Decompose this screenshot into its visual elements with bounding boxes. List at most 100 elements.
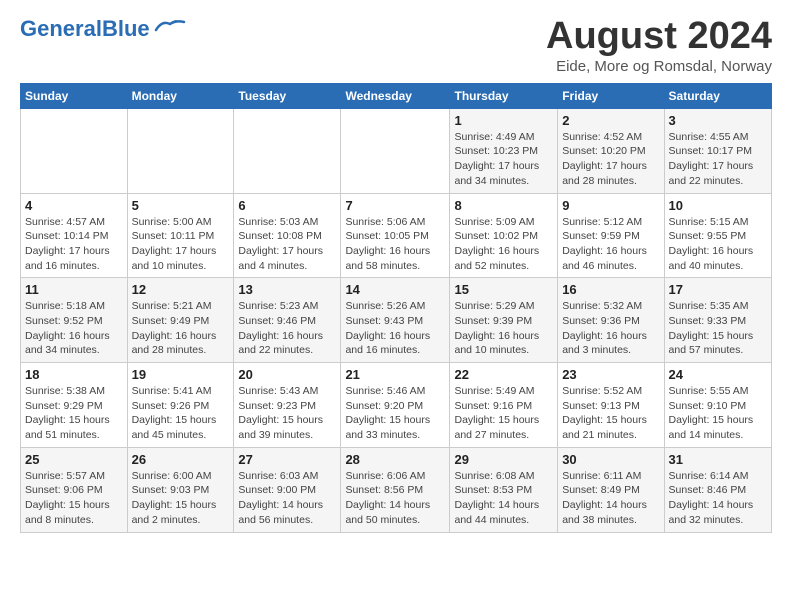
day-number: 12 [132,282,230,297]
calendar-cell-w2-d2: 13Sunrise: 5:23 AM Sunset: 9:46 PM Dayli… [234,278,341,363]
day-number: 3 [669,113,767,128]
day-number: 4 [25,198,123,213]
calendar-cell-w0-d0 [21,108,128,193]
calendar-cell-w4-d6: 31 Sunrise: 6:14 AM Sunset: 8:46 PM Dayli… [664,447,771,532]
day-info: Sunrise: 4:52 AM Sunset: 10:20 PM Daylig… [562,130,659,189]
calendar-cell-w2-d4: 15Sunrise: 5:29 AM Sunset: 9:39 PM Dayli… [450,278,558,363]
day-info: Sunrise: 4:49 AM Sunset: 10:23 PM Daylig… [454,130,553,189]
calendar-cell-w0-d5: 2 Sunrise: 4:52 AM Sunset: 10:20 PM Dayli… [558,108,664,193]
day-number: 24 [669,367,767,382]
day-number: 28 [345,452,445,467]
weekday-header-tuesday: Tuesday [234,83,341,108]
calendar-cell-w2-d5: 16 Sunrise: 5:32 AM Sunset: 9:36 PM Dayli… [558,278,664,363]
day-number: 23 [562,367,659,382]
day-number: 17 [669,282,767,297]
day-info: Sunrise: 6:14 AM Sunset: 8:46 PM Dayligh… [669,469,767,528]
day-info: Sunrise: 5:09 AM Sunset: 10:02 PM Daylig… [454,215,553,274]
calendar-cell-w4-d3: 28 Sunrise: 6:06 AM Sunset: 8:56 PM Dayli… [341,447,450,532]
calendar-cell-w2-d0: 11 Sunrise: 5:18 AM Sunset: 9:52 PM Dayli… [21,278,128,363]
day-number: 2 [562,113,659,128]
calendar-cell-w3-d3: 21Sunrise: 5:46 AM Sunset: 9:20 PM Dayli… [341,363,450,448]
day-number: 29 [454,452,553,467]
day-number: 9 [562,198,659,213]
calendar-cell-w4-d2: 27 Sunrise: 6:03 AM Sunset: 9:00 PM Dayli… [234,447,341,532]
day-number: 1 [454,113,553,128]
day-number: 16 [562,282,659,297]
day-info: Sunrise: 5:32 AM Sunset: 9:36 PM Dayligh… [562,299,659,358]
day-info: Sunrise: 5:52 AM Sunset: 9:13 PM Dayligh… [562,384,659,443]
day-info: Sunrise: 5:55 AM Sunset: 9:10 PM Dayligh… [669,384,767,443]
weekday-header-saturday: Saturday [664,83,771,108]
day-info: Sunrise: 5:18 AM Sunset: 9:52 PM Dayligh… [25,299,123,358]
day-info: Sunrise: 5:49 AM Sunset: 9:16 PM Dayligh… [454,384,553,443]
calendar-cell-w3-d5: 23 Sunrise: 5:52 AM Sunset: 9:13 PM Dayli… [558,363,664,448]
calendar-cell-w1-d0: 4 Sunrise: 4:57 AM Sunset: 10:14 PM Dayli… [21,193,128,278]
logo-text-general: General [20,16,102,41]
calendar-title: August 2024 [546,16,772,58]
calendar-cell-w0-d1 [127,108,234,193]
calendar-cell-w3-d4: 22 Sunrise: 5:49 AM Sunset: 9:16 PM Dayli… [450,363,558,448]
day-info: Sunrise: 5:41 AM Sunset: 9:26 PM Dayligh… [132,384,230,443]
calendar-cell-w1-d2: 6 Sunrise: 5:03 AM Sunset: 10:08 PM Dayli… [234,193,341,278]
calendar-cell-w3-d6: 24 Sunrise: 5:55 AM Sunset: 9:10 PM Dayli… [664,363,771,448]
day-number: 31 [669,452,767,467]
calendar-table: SundayMondayTuesdayWednesdayThursdayFrid… [20,83,772,533]
day-number: 30 [562,452,659,467]
day-info: Sunrise: 6:00 AM Sunset: 9:03 PM Dayligh… [132,469,230,528]
day-info: Sunrise: 6:11 AM Sunset: 8:49 PM Dayligh… [562,469,659,528]
day-info: Sunrise: 5:26 AM Sunset: 9:43 PM Dayligh… [345,299,445,358]
calendar-cell-w4-d0: 25 Sunrise: 5:57 AM Sunset: 9:06 PM Dayli… [21,447,128,532]
day-number: 18 [25,367,123,382]
calendar-cell-w1-d6: 10 Sunrise: 5:15 AM Sunset: 9:55 PM Dayli… [664,193,771,278]
weekday-header-thursday: Thursday [450,83,558,108]
logo-text-blue: Blue [102,16,150,41]
day-number: 10 [669,198,767,213]
day-info: Sunrise: 6:06 AM Sunset: 8:56 PM Dayligh… [345,469,445,528]
day-info: Sunrise: 5:15 AM Sunset: 9:55 PM Dayligh… [669,215,767,274]
calendar-cell-w2-d1: 12Sunrise: 5:21 AM Sunset: 9:49 PM Dayli… [127,278,234,363]
day-info: Sunrise: 5:35 AM Sunset: 9:33 PM Dayligh… [669,299,767,358]
calendar-cell-w0-d6: 3Sunrise: 4:55 AM Sunset: 10:17 PM Dayli… [664,108,771,193]
calendar-cell-w1-d4: 8 Sunrise: 5:09 AM Sunset: 10:02 PM Dayli… [450,193,558,278]
day-number: 25 [25,452,123,467]
calendar-subtitle: Eide, More og Romsdal, Norway [546,58,772,75]
calendar-cell-w3-d0: 18 Sunrise: 5:38 AM Sunset: 9:29 PM Dayli… [21,363,128,448]
day-info: Sunrise: 6:03 AM Sunset: 9:00 PM Dayligh… [238,469,336,528]
calendar-cell-w0-d3 [341,108,450,193]
day-info: Sunrise: 5:23 AM Sunset: 9:46 PM Dayligh… [238,299,336,358]
day-info: Sunrise: 5:00 AM Sunset: 10:11 PM Daylig… [132,215,230,274]
day-info: Sunrise: 5:38 AM Sunset: 9:29 PM Dayligh… [25,384,123,443]
day-info: Sunrise: 5:03 AM Sunset: 10:08 PM Daylig… [238,215,336,274]
day-info: Sunrise: 6:08 AM Sunset: 8:53 PM Dayligh… [454,469,553,528]
logo: GeneralBlue [20,16,186,40]
day-number: 21 [345,367,445,382]
calendar-cell-w1-d1: 5 Sunrise: 5:00 AM Sunset: 10:11 PM Dayli… [127,193,234,278]
day-number: 27 [238,452,336,467]
day-info: Sunrise: 5:57 AM Sunset: 9:06 PM Dayligh… [25,469,123,528]
calendar-cell-w4-d5: 30 Sunrise: 6:11 AM Sunset: 8:49 PM Dayli… [558,447,664,532]
calendar-cell-w3-d1: 19 Sunrise: 5:41 AM Sunset: 9:26 PM Dayli… [127,363,234,448]
day-number: 8 [454,198,553,213]
day-number: 20 [238,367,336,382]
header: GeneralBlue August 2024 Eide, More og Ro… [20,16,772,75]
day-number: 19 [132,367,230,382]
day-info: Sunrise: 5:06 AM Sunset: 10:05 PM Daylig… [345,215,445,274]
day-number: 5 [132,198,230,213]
calendar-cell-w0-d4: 1 Sunrise: 4:49 AM Sunset: 10:23 PM Dayli… [450,108,558,193]
calendar-cell-w1-d3: 7 Sunrise: 5:06 AM Sunset: 10:05 PM Dayli… [341,193,450,278]
day-info: Sunrise: 5:29 AM Sunset: 9:39 PM Dayligh… [454,299,553,358]
calendar-cell-w2-d6: 17 Sunrise: 5:35 AM Sunset: 9:33 PM Dayli… [664,278,771,363]
calendar-cell-w1-d5: 9 Sunrise: 5:12 AM Sunset: 9:59 PM Daylig… [558,193,664,278]
weekday-header-monday: Monday [127,83,234,108]
day-number: 22 [454,367,553,382]
day-number: 11 [25,282,123,297]
calendar-cell-w4-d4: 29 Sunrise: 6:08 AM Sunset: 8:53 PM Dayli… [450,447,558,532]
day-info: Sunrise: 5:43 AM Sunset: 9:23 PM Dayligh… [238,384,336,443]
calendar-cell-w3-d2: 20 Sunrise: 5:43 AM Sunset: 9:23 PM Dayli… [234,363,341,448]
day-info: Sunrise: 4:57 AM Sunset: 10:14 PM Daylig… [25,215,123,274]
day-number: 26 [132,452,230,467]
day-number: 6 [238,198,336,213]
day-info: Sunrise: 5:12 AM Sunset: 9:59 PM Dayligh… [562,215,659,274]
day-number: 7 [345,198,445,213]
calendar-cell-w0-d2 [234,108,341,193]
